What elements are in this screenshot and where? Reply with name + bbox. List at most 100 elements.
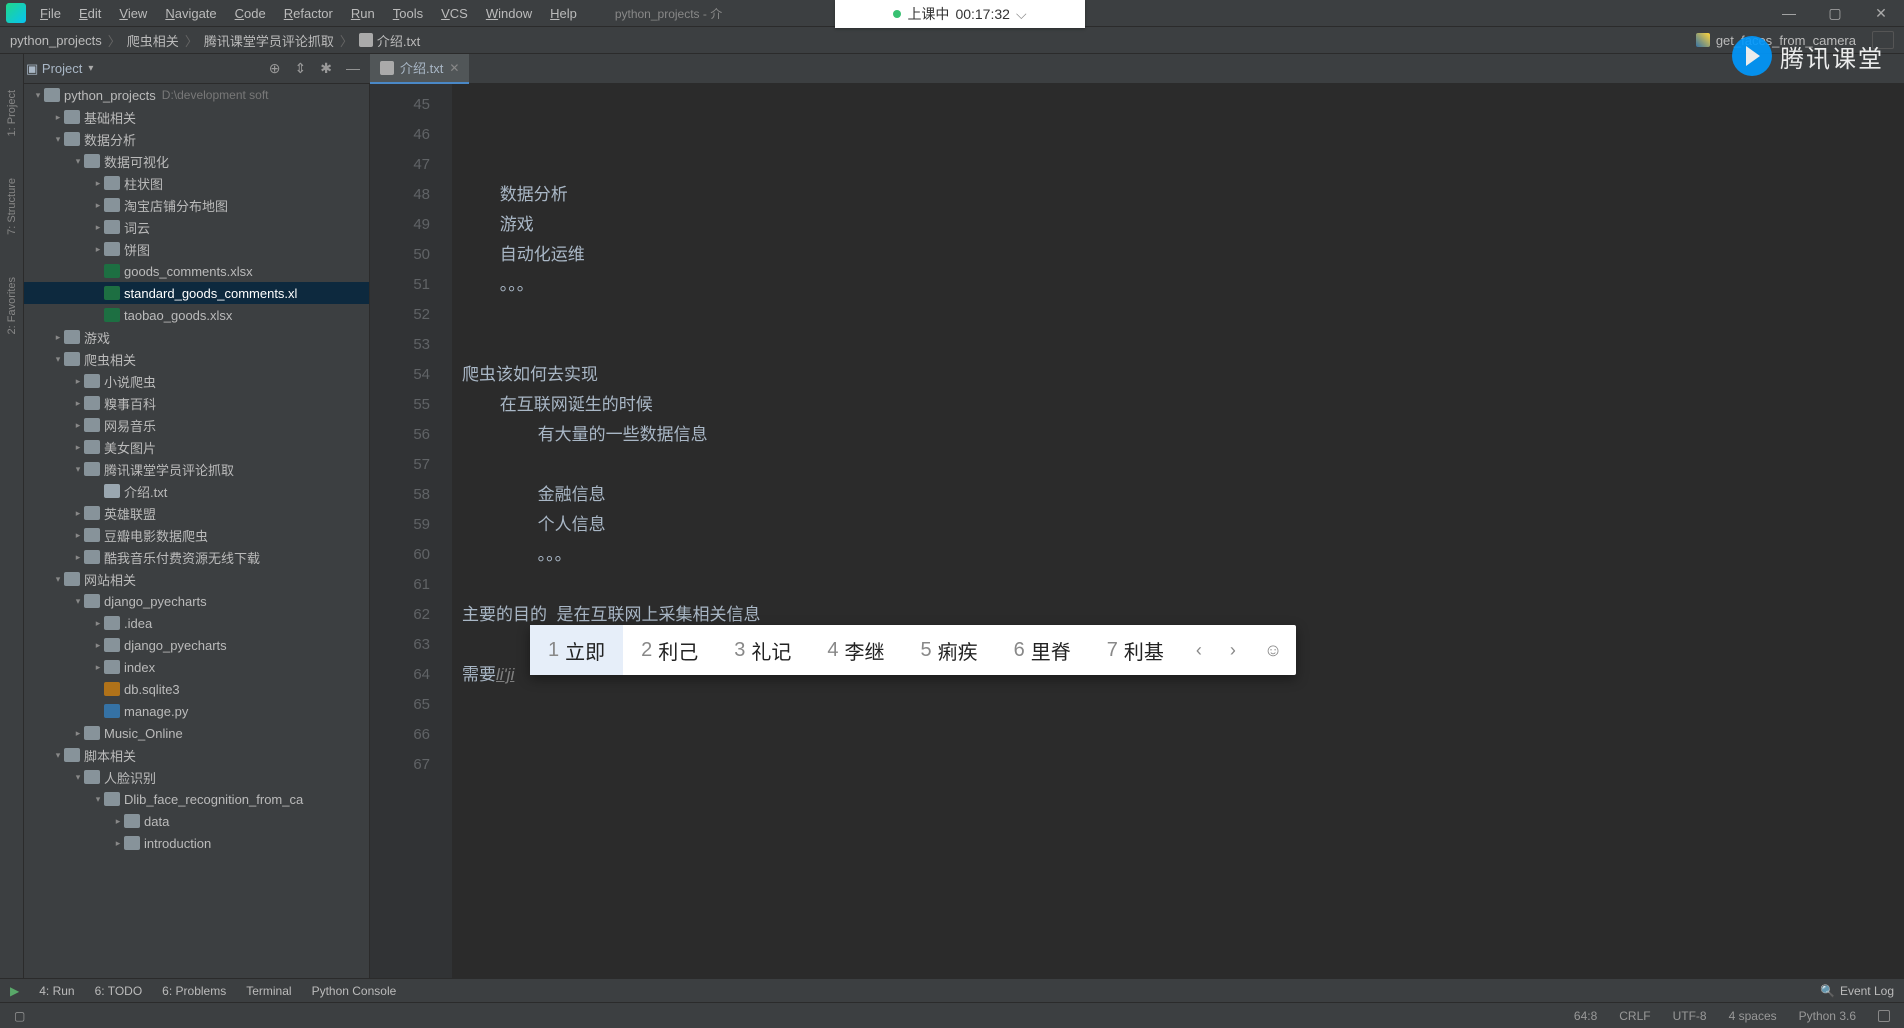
code-line[interactable]: 自动化运维 xyxy=(462,240,1904,270)
tree-node[interactable]: ▾网站相关 xyxy=(24,568,369,590)
tree-node[interactable]: goods_comments.xlsx xyxy=(24,260,369,282)
chevron-right-icon[interactable]: ▸ xyxy=(92,244,104,255)
code-line[interactable]: 在互联网诞生的时候 xyxy=(462,390,1904,420)
bottom-tool-item[interactable]: 4: Run xyxy=(39,984,74,998)
bottom-tool-item[interactable]: 6: Problems xyxy=(162,984,226,998)
chevron-right-icon[interactable]: ▸ xyxy=(72,376,84,387)
chevron-down-icon[interactable]: ▾ xyxy=(32,90,44,101)
menu-item-navigate[interactable]: Navigate xyxy=(157,2,224,25)
tool-strip-item[interactable]: 1: Project xyxy=(6,84,18,142)
editor[interactable]: 4546474849505152535455565758596061626364… xyxy=(370,84,1904,1000)
code-line[interactable]: 。。。 xyxy=(462,270,1904,300)
line-separator[interactable]: CRLF xyxy=(1619,1009,1650,1023)
breadcrumb-item[interactable]: python_projects xyxy=(10,33,102,48)
close-button[interactable]: ✕ xyxy=(1858,0,1904,27)
chevron-right-icon[interactable]: ▸ xyxy=(92,178,104,189)
code-line[interactable] xyxy=(462,720,1904,750)
tree-node[interactable]: ▸酷我音乐付费资源无线下载 xyxy=(24,546,369,568)
code-line[interactable]: 个人信息 xyxy=(462,510,1904,540)
tree-node[interactable]: ▾脚本相关 xyxy=(24,744,369,766)
menu-item-run[interactable]: Run xyxy=(343,2,383,25)
chevron-down-icon[interactable]: ⌵ xyxy=(1016,6,1027,23)
gear-icon[interactable]: ✱ xyxy=(320,60,332,77)
tree-node[interactable]: ▸豆瓣电影数据爬虫 xyxy=(24,524,369,546)
menu-item-window[interactable]: Window xyxy=(478,2,540,25)
chevron-right-icon[interactable]: ▸ xyxy=(52,112,64,123)
chevron-down-icon[interactable]: ▾ xyxy=(72,156,84,167)
tree-node[interactable]: ▸美女图片 xyxy=(24,436,369,458)
tool-strip-item[interactable]: 7: Structure xyxy=(6,172,18,241)
menu-item-help[interactable]: Help xyxy=(542,2,585,25)
tree-node[interactable]: ▸英雄联盟 xyxy=(24,502,369,524)
python-interpreter[interactable]: Python 3.6 xyxy=(1799,1009,1856,1023)
caret-position[interactable]: 64:8 xyxy=(1574,1009,1597,1023)
chevron-right-icon[interactable]: ▸ xyxy=(92,662,104,673)
tree-node[interactable]: ▸淘宝店铺分布地图 xyxy=(24,194,369,216)
menu-item-file[interactable]: File xyxy=(32,2,69,25)
bottom-tool-item[interactable]: Python Console xyxy=(312,984,397,998)
tree-node[interactable]: ▾爬虫相关 xyxy=(24,348,369,370)
tree-node[interactable]: ▸index xyxy=(24,656,369,678)
ime-candidate[interactable]: 3礼记 xyxy=(716,625,809,675)
chevron-right-icon[interactable]: ▸ xyxy=(72,552,84,563)
chevron-down-icon[interactable]: ▾ xyxy=(92,794,104,805)
tree-node[interactable]: ▸游戏 xyxy=(24,326,369,348)
breadcrumb-item[interactable]: 介绍.txt xyxy=(377,31,420,50)
chevron-right-icon[interactable]: ▸ xyxy=(92,200,104,211)
breadcrumb-item[interactable]: 腾讯课堂学员评论抓取 xyxy=(204,31,334,50)
chevron-right-icon[interactable]: ▸ xyxy=(112,816,124,827)
recording-indicator[interactable]: 上课中 00:17:32 ⌵ xyxy=(835,0,1085,28)
tree-node[interactable]: ▸.idea xyxy=(24,612,369,634)
chevron-right-icon[interactable]: ▸ xyxy=(112,838,124,849)
tree-node[interactable]: ▾django_pyecharts xyxy=(24,590,369,612)
code-line[interactable] xyxy=(462,90,1904,120)
chevron-down-icon[interactable]: ▾ xyxy=(52,750,64,761)
chevron-right-icon[interactable]: ▸ xyxy=(72,420,84,431)
code-line[interactable] xyxy=(462,750,1904,780)
tree-node[interactable]: manage.py xyxy=(24,700,369,722)
close-tab-icon[interactable]: ✕ xyxy=(449,61,459,75)
code-line[interactable] xyxy=(462,450,1904,480)
tree-node[interactable]: taobao_goods.xlsx xyxy=(24,304,369,326)
editor-tab[interactable]: 介绍.txt ✕ xyxy=(370,54,469,84)
tree-node[interactable]: ▸网易音乐 xyxy=(24,414,369,436)
tool-strip-item[interactable]: 2: Favorites xyxy=(6,271,18,340)
event-log-button[interactable]: 🔍 Event Log xyxy=(1820,984,1894,998)
chevron-right-icon[interactable]: ▸ xyxy=(72,442,84,453)
menu-item-code[interactable]: Code xyxy=(227,2,274,25)
tree-node[interactable]: ▾数据可视化 xyxy=(24,150,369,172)
minimize-button[interactable]: — xyxy=(1766,0,1812,27)
hide-icon[interactable]: — xyxy=(346,60,360,77)
chevron-down-icon[interactable]: ▾ xyxy=(72,464,84,475)
ime-emoji-icon[interactable]: ☺ xyxy=(1250,640,1296,661)
ime-candidate[interactable]: 1立即 xyxy=(530,625,623,675)
locate-icon[interactable]: ⊕ xyxy=(269,60,281,77)
tree-node[interactable]: ▸词云 xyxy=(24,216,369,238)
chevron-down-icon[interactable]: ▾ xyxy=(52,574,64,585)
bottom-tool-item[interactable]: 6: TODO xyxy=(95,984,143,998)
chevron-right-icon[interactable]: ▸ xyxy=(92,640,104,651)
menu-item-tools[interactable]: Tools xyxy=(385,2,431,25)
chevron-down-icon[interactable]: ▾ xyxy=(52,134,64,145)
code-line[interactable] xyxy=(462,120,1904,150)
project-tool-button[interactable]: ▣ Project xyxy=(26,61,82,77)
chevron-right-icon[interactable]: ▸ xyxy=(92,222,104,233)
chevron-down-icon[interactable]: ▾ xyxy=(52,354,64,365)
ime-candidate[interactable]: 2利己 xyxy=(623,625,716,675)
tree-node[interactable]: ▸django_pyecharts xyxy=(24,634,369,656)
tree-node[interactable]: standard_goods_comments.xl xyxy=(24,282,369,304)
code-line[interactable]: 。。。 xyxy=(462,540,1904,570)
tree-node[interactable]: ▸data xyxy=(24,810,369,832)
code-area[interactable]: 数据分析 游戏 自动化运维 。。。爬虫该如何去实现 在互联网诞生的时候 有大量的… xyxy=(452,84,1904,1000)
menu-item-edit[interactable]: Edit xyxy=(71,2,109,25)
chevron-down-icon[interactable]: ▾ xyxy=(72,596,84,607)
collapse-icon[interactable]: ⇕ xyxy=(295,60,307,77)
project-tree[interactable]: ▾python_projectsD:\development soft▸基础相关… xyxy=(24,84,370,1000)
tree-node[interactable]: ▾腾讯课堂学员评论抓取 xyxy=(24,458,369,480)
tree-node[interactable]: ▾Dlib_face_recognition_from_ca xyxy=(24,788,369,810)
code-line[interactable]: 金融信息 xyxy=(462,480,1904,510)
tree-node[interactable]: db.sqlite3 xyxy=(24,678,369,700)
ime-candidate-bar[interactable]: 1立即2利己3礼记4李继5痢疾6里脊7利基‹›☺ xyxy=(530,625,1296,675)
ime-candidate[interactable]: 6里脊 xyxy=(996,625,1089,675)
ime-candidate[interactable]: 5痢疾 xyxy=(903,625,996,675)
